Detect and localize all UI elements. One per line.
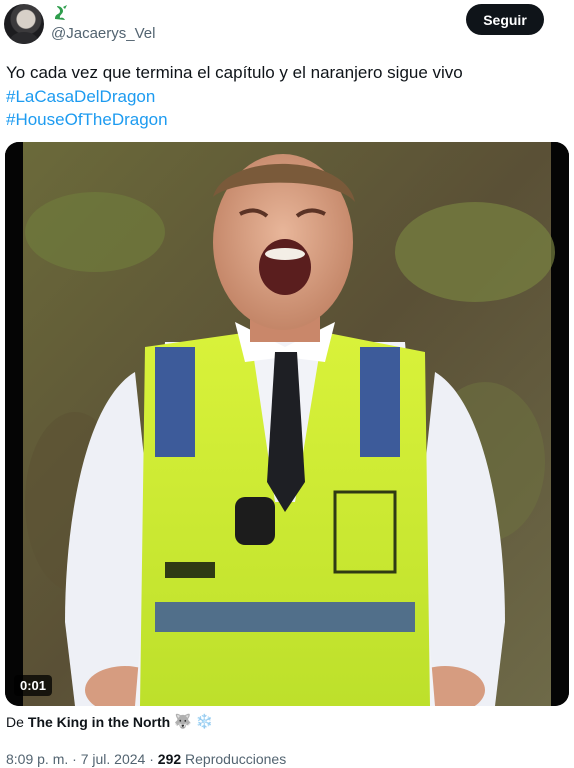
tweet-text: Yo cada vez que termina el capítulo y el… xyxy=(6,63,463,82)
video-frame xyxy=(5,142,569,706)
views-label: Reproducciones xyxy=(185,751,287,767)
video-timestamp: 0:01 xyxy=(14,675,53,696)
video-player[interactable]: 0:01 xyxy=(5,142,569,706)
tweet-date[interactable]: 7 jul. 2024 xyxy=(81,751,146,767)
tweet-header: @Jacaerys_Vel Seguir xyxy=(0,0,574,56)
source-prefix: De xyxy=(6,713,24,730)
tweet-meta: 8:09 p. m. · 7 jul. 2024 · 292 Reproducc… xyxy=(6,751,286,767)
author-handle[interactable]: @Jacaerys_Vel xyxy=(51,25,155,42)
follow-button[interactable]: Seguir xyxy=(466,4,544,35)
source-emojis: 🐺 ❄️ xyxy=(174,713,213,729)
source-account-link[interactable]: The King in the North xyxy=(28,714,170,730)
tweet-time[interactable]: 8:09 p. m. xyxy=(6,751,68,767)
hashtag-house-of-the-dragon[interactable]: #HouseOfTheDragon xyxy=(6,108,566,132)
tweet-body: Yo cada vez que termina el capítulo y el… xyxy=(6,61,566,132)
views-count: 292 xyxy=(157,751,182,767)
meta-separator: · xyxy=(72,751,77,767)
meta-separator: · xyxy=(149,751,154,767)
avatar[interactable] xyxy=(4,4,44,44)
source-attribution: De The King in the North 🐺 ❄️ xyxy=(6,713,213,730)
dragon-icon xyxy=(55,5,67,20)
hashtag-la-casa-del-dragon[interactable]: #LaCasaDelDragon xyxy=(6,85,566,109)
